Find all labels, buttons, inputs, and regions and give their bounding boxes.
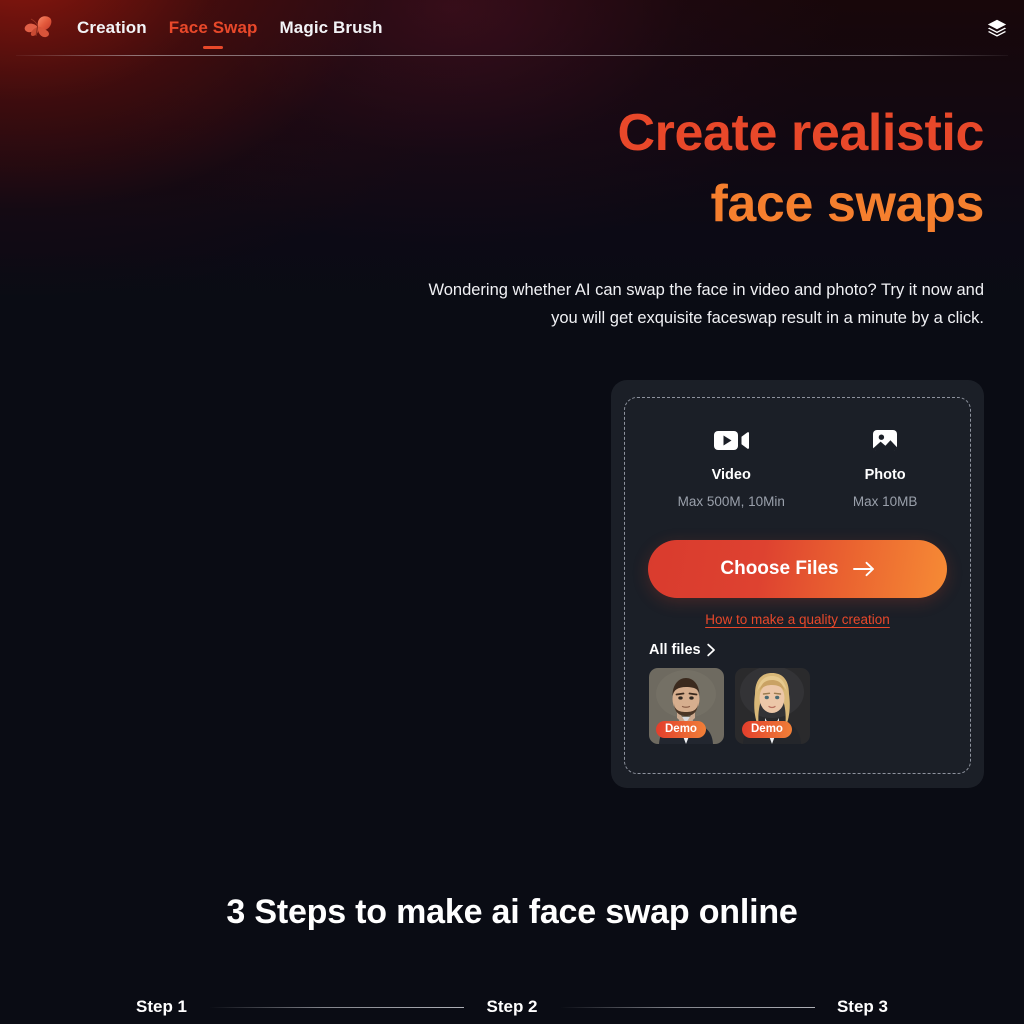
nav-item-creation[interactable]: Creation [66, 14, 158, 42]
choose-files-label: Choose Files [720, 558, 839, 579]
hero-title-line-2: face swaps [710, 174, 985, 233]
arrow-right-icon [852, 561, 874, 577]
media-type-photo[interactable]: Photo Max 10MB [852, 424, 918, 509]
hero-title-line-1: Create realistic [617, 104, 985, 162]
step-label-2: Step 2 [486, 997, 538, 1016]
step-connector-1 [209, 1006, 465, 1008]
media-type-list: Video Max 500M, 10Min Photo Max 10MB [625, 398, 970, 509]
hero-section: Create realistic face swaps Wondering wh… [424, 98, 984, 332]
main-nav: Creation Face Swap Magic Brush [66, 14, 394, 42]
media-type-note: Max 500M, 10Min [677, 494, 785, 509]
quality-creation-link[interactable]: How to make a quality creation [625, 612, 970, 627]
step-label-3: Step 3 [836, 997, 888, 1016]
choose-files-button[interactable]: Choose Files [648, 540, 947, 598]
video-icon [714, 431, 750, 450]
demo-thumbnail-female[interactable]: Demo [735, 668, 810, 744]
demo-badge: Demo [742, 721, 792, 738]
layers-icon[interactable] [986, 17, 1008, 39]
header-divider [16, 55, 1008, 56]
media-type-video[interactable]: Video Max 500M, 10Min [678, 424, 785, 509]
all-files-label: All files [649, 642, 701, 658]
media-type-note: Max 10MB [852, 494, 918, 509]
demo-thumbnail-male[interactable]: Demo [649, 668, 724, 744]
media-type-label: Photo [864, 467, 906, 483]
steps-section-heading: 3 Steps to make ai face swap online [226, 893, 798, 931]
step-label-1: Step 1 [136, 997, 188, 1016]
nav-item-face-swap[interactable]: Face Swap [158, 14, 269, 42]
steps-row: Step 1 Step 2 Step 3 [136, 994, 888, 1020]
step-connector-2 [559, 1006, 815, 1008]
upload-card[interactable]: Video Max 500M, 10Min Photo Max 10MB Cho… [611, 380, 984, 788]
chevron-right-icon [706, 643, 715, 657]
hero-subtitle: Wondering whether AI can swap the face i… [428, 281, 984, 327]
app-header: Creation Face Swap Magic Brush [0, 0, 1024, 56]
butterfly-logo[interactable] [22, 13, 54, 43]
demo-thumbnail-list: Demo Demo [649, 668, 970, 744]
upload-dropzone[interactable]: Video Max 500M, 10Min Photo Max 10MB Cho… [624, 397, 971, 774]
all-files-link[interactable]: All files [649, 642, 717, 658]
photo-icon [873, 430, 898, 451]
media-type-label: Video [711, 467, 751, 483]
header-right-actions [986, 17, 1008, 39]
demo-badge: Demo [656, 721, 706, 738]
nav-item-magic-brush[interactable]: Magic Brush [269, 14, 394, 42]
